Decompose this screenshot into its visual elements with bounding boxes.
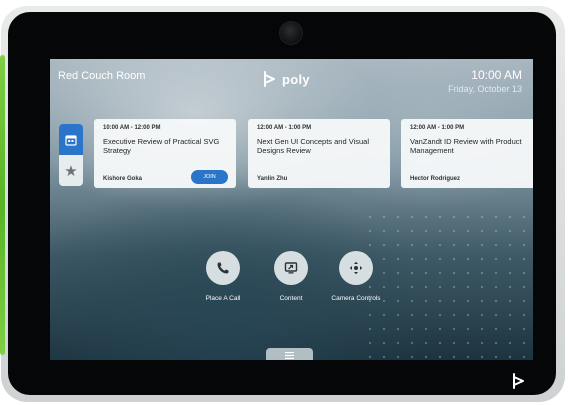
status-light-strip — [0, 55, 5, 355]
clock-time: 10:00 AM — [471, 68, 522, 82]
calendar-icon — [65, 134, 77, 146]
content-circle[interactable] — [274, 251, 308, 285]
meeting-title: Executive Review of Practical SVG Strate… — [103, 137, 220, 155]
touch-screen: Red Couch Room poly 10:00 AM Friday, Oct… — [50, 59, 533, 360]
poly-mark-icon — [264, 71, 275, 87]
content-share-icon — [284, 262, 298, 274]
meeting-title: VanZandt ID Review with Product Manageme… — [410, 137, 522, 155]
menu-icon — [285, 351, 294, 359]
join-button[interactable]: JOIN — [191, 170, 228, 184]
meeting-host: Yanlin Zhu — [257, 176, 288, 182]
brand-name: poly — [282, 71, 310, 87]
poly-logo: poly — [262, 69, 310, 89]
camera-controls-button[interactable]: Camera Controls — [316, 251, 396, 302]
clock: 10:00 AM Friday, October 13 — [448, 68, 522, 94]
camera-control-icon — [349, 261, 363, 275]
meeting-host: Kishore Goka — [103, 176, 143, 182]
camera-controls-circle[interactable] — [339, 251, 373, 285]
tab-calendar[interactable] — [59, 124, 83, 155]
phone-icon — [217, 262, 229, 274]
poly-bezel-logo-icon — [513, 373, 524, 389]
tab-favorites[interactable]: ★ — [59, 155, 83, 186]
meeting-title: Next Gen UI Concepts and Visual Designs … — [257, 137, 370, 155]
meeting-card[interactable]: 12:00 AM - 1:00 PM Next Gen UI Concepts … — [248, 119, 390, 188]
camera-controls-label: Camera Controls — [331, 295, 381, 302]
meeting-time: 10:00 AM - 12:00 PM — [103, 125, 161, 131]
meeting-time: 12:00 AM - 1:00 PM — [410, 125, 465, 131]
meeting-card[interactable]: 10:00 AM - 12:00 PM Executive Review of … — [94, 119, 236, 188]
star-icon: ★ — [64, 162, 78, 180]
menu-button[interactable] — [266, 348, 313, 360]
device: Red Couch Room poly 10:00 AM Friday, Oct… — [0, 0, 568, 405]
clock-date: Friday, October 13 — [448, 84, 522, 94]
room-name: Red Couch Room — [58, 70, 146, 82]
camera-lens — [279, 21, 303, 45]
meeting-time: 12:00 AM - 1:00 PM — [257, 125, 312, 131]
side-tab-bar: ★ — [59, 124, 83, 186]
meeting-host: Hector Rodriguez — [410, 176, 461, 182]
place-call-circle[interactable] — [206, 251, 240, 285]
meeting-card[interactable]: 12:00 AM - 1:00 PM VanZandt ID Review wi… — [401, 119, 533, 188]
